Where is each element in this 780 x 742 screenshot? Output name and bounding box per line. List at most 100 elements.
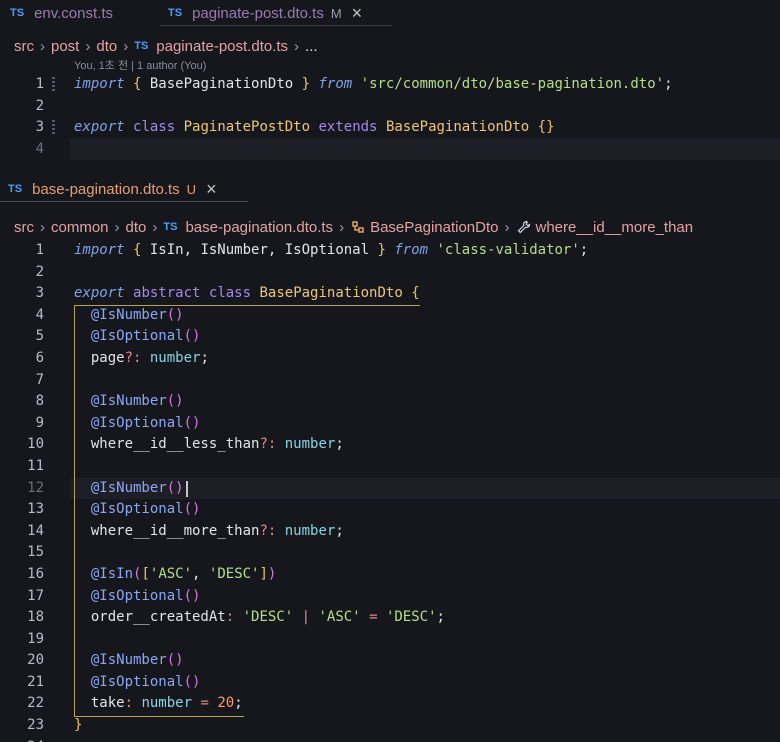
line-number: 20 (27, 652, 44, 669)
code-token: ; (664, 76, 673, 92)
code-token: class (208, 285, 252, 302)
line-number: 13 (27, 501, 44, 518)
breadcrumb-item[interactable]: common (51, 219, 109, 236)
typescript-icon: TS (8, 183, 23, 195)
line-number: 4 (35, 306, 44, 323)
code-token: } (301, 76, 311, 92)
tab-label: env.const.ts (34, 4, 113, 22)
code-text: } (74, 715, 82, 737)
line-number: 24 (0, 737, 44, 742)
code-editor-top[interactable]: 1 import { BasePaginationDto } from 'src/… (0, 74, 780, 161)
breadcrumb-more[interactable]: ... (305, 38, 318, 55)
code-token: export (74, 119, 125, 136)
code-line[interactable]: 3 export class PaginatePostDto extends Ba… (0, 117, 780, 139)
code-token: import (74, 242, 125, 258)
code-line[interactable]: 3 export abstract class BasePaginationDto… (0, 283, 780, 305)
breadcrumb-bottom: src › common › dto › TS base-pagination.… (0, 215, 780, 239)
chevron-right-icon: › (339, 218, 345, 236)
chevron-right-icon: › (504, 218, 510, 236)
line-number: 4 (35, 140, 44, 157)
code-line[interactable]: 4 (0, 138, 780, 161)
code-token: { (411, 285, 420, 302)
codelens-blame[interactable]: You, 1초 전 | 1 author (You) (0, 58, 780, 74)
code-line[interactable]: 2 (0, 262, 780, 284)
bracket-scope-guide-end (74, 716, 244, 718)
chevron-right-icon: › (114, 218, 120, 236)
chevron-right-icon: › (152, 218, 158, 236)
code-token: ; (579, 242, 589, 258)
breadcrumb-item[interactable]: dto (96, 38, 117, 55)
tab-paginate-post-dto[interactable]: TS paginate-post.dto.ts M × (168, 0, 362, 26)
untracked-badge: U (186, 181, 197, 197)
breadcrumb-top: src › post › dto › TS paginate-post.dto.… (0, 34, 780, 58)
code-token: BasePaginationDto (259, 285, 403, 302)
code-token: BasePaginationDto (385, 119, 530, 136)
chevron-right-icon: › (40, 37, 45, 55)
line-number: 11 (27, 457, 44, 474)
tab-env-const[interactable]: TS env.const.ts (10, 0, 113, 26)
line-number: 1 (35, 242, 44, 258)
code-text: import { BasePaginationDto } from 'src/c… (74, 74, 673, 96)
close-icon[interactable]: × (206, 180, 217, 198)
code-token: } (377, 242, 386, 258)
code-token: from (394, 242, 429, 258)
typescript-icon: TS (10, 7, 25, 19)
breadcrumb-item[interactable]: post (51, 38, 79, 55)
breadcrumb-file[interactable]: paginate-post.dto.ts (156, 38, 288, 55)
line-number: 3 (35, 285, 44, 302)
tab-base-pagination-dto[interactable]: TS base-pagination.dto.ts U × (8, 176, 217, 202)
code-line[interactable]: 23} (0, 715, 780, 737)
git-change-marker[interactable] (52, 77, 55, 93)
tab-bar-top: TS env.const.ts TS paginate-post.dto.ts … (0, 0, 780, 26)
line-number: 2 (35, 263, 44, 280)
class-symbol-icon (350, 219, 366, 235)
breadcrumb-symbol-class[interactable]: BasePaginationDto (370, 219, 498, 236)
line-number: 3 (35, 119, 44, 136)
chevron-right-icon: › (294, 37, 300, 55)
code-token: } (74, 717, 83, 734)
breadcrumb-item[interactable]: src (14, 219, 34, 236)
code-text: import { IsIn, IsNumber, IsOptional } fr… (74, 240, 588, 262)
line-number: 17 (27, 587, 44, 604)
line-number: 21 (27, 673, 44, 690)
line-number: 7 (35, 371, 44, 388)
code-token: 'class-validator' (436, 242, 580, 258)
breadcrumb-item[interactable]: dto (126, 219, 147, 236)
code-line[interactable]: 2 (0, 96, 780, 118)
code-line[interactable]: 1 import { IsIn, IsNumber, IsOptional } f… (0, 240, 780, 262)
code-line[interactable]: 1 import { BasePaginationDto } from 'src/… (0, 74, 780, 96)
typescript-icon: TS (134, 40, 149, 52)
code-token: {} (537, 119, 555, 136)
code-line[interactable]: 24 (0, 737, 780, 742)
line-number: 2 (35, 97, 44, 114)
chevron-right-icon: › (40, 218, 45, 236)
line-number: 19 (27, 630, 44, 647)
breadcrumb-item[interactable]: src (14, 38, 34, 55)
code-token: import (74, 76, 125, 92)
typescript-icon: TS (168, 7, 183, 19)
code-editor-bottom[interactable]: 1 import { IsIn, IsNumber, IsOptional } f… (0, 240, 780, 742)
line-number: 14 (27, 522, 44, 539)
line-number: 12 (27, 479, 44, 496)
code-text: export abstract class BasePaginationDto … (74, 283, 420, 305)
chevron-right-icon: › (123, 37, 129, 55)
line-number: 9 (35, 414, 44, 431)
line-number: 6 (35, 349, 44, 366)
close-icon[interactable]: × (352, 4, 363, 22)
code-token: ; (436, 609, 445, 626)
breadcrumb-file[interactable]: base-pagination.dto.ts (185, 219, 333, 236)
line-number: 1 (35, 76, 44, 92)
code-token: extends (318, 119, 378, 136)
modified-badge: M (330, 5, 342, 21)
breadcrumb-symbol-member[interactable]: where__id__more_than (536, 219, 694, 236)
current-line-highlight (70, 138, 780, 161)
git-change-marker[interactable] (52, 120, 55, 137)
line-number: 22 (27, 695, 44, 712)
